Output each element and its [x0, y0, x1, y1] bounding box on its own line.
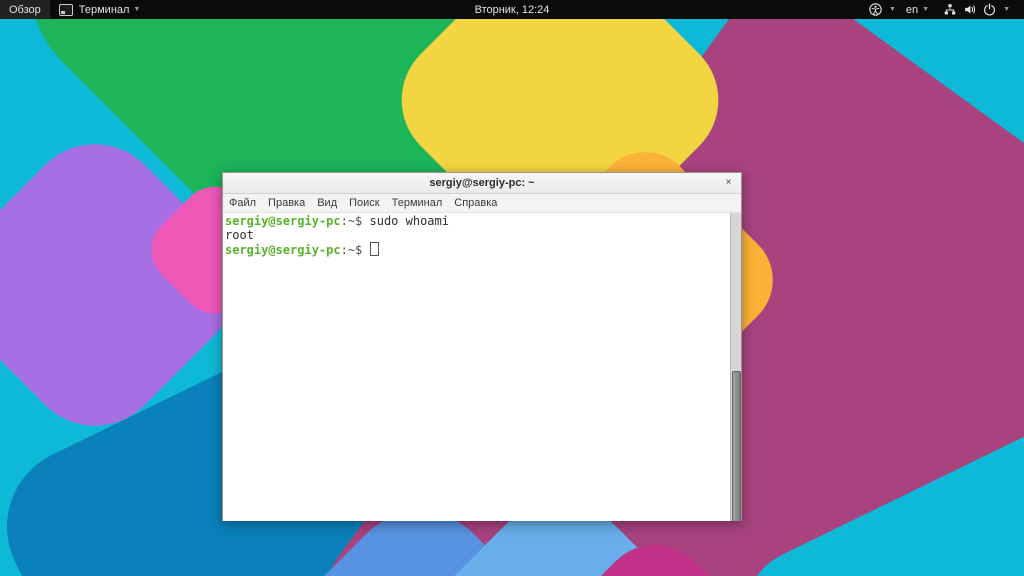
language-label: en: [906, 4, 918, 16]
close-button[interactable]: ×: [721, 175, 736, 190]
terminal-text: sergiy@sergiy-pc:~$ sudo whoami root ser…: [223, 213, 741, 260]
shell-prompt: sergiy@sergiy-pc: [225, 243, 341, 257]
terminal-cursor: [370, 242, 379, 256]
chevron-down-icon: ▼: [889, 6, 896, 13]
menu-search[interactable]: Поиск: [343, 196, 385, 210]
activities-button[interactable]: Обзор: [0, 0, 50, 19]
menu-terminal[interactable]: Терминал: [386, 196, 449, 210]
menu-edit[interactable]: Правка: [262, 196, 311, 210]
terminal-app-icon: [59, 4, 73, 16]
terminal-line: sergiy@sergiy-pc:~$: [225, 243, 379, 257]
clock[interactable]: Вторник, 12:24: [467, 2, 558, 18]
terminal-screen[interactable]: sergiy@sergiy-pc:~$ sudo whoami root ser…: [223, 213, 741, 521]
chevron-down-icon: ▼: [133, 6, 140, 13]
activities-label: Обзор: [9, 4, 41, 16]
scrollbar-thumb[interactable]: [732, 371, 741, 521]
terminal-window: sergiy@sergiy-pc: ~ × Файл Правка Вид По…: [222, 172, 742, 521]
desktop: Обзор Терминал ▼ Вторник, 12:24 ▼ en ▼: [0, 0, 1024, 576]
shell-prompt-suffix: :~$: [341, 243, 370, 257]
menu-bar: Файл Правка Вид Поиск Терминал Справка: [223, 194, 741, 213]
accessibility-icon: [869, 3, 882, 16]
app-menu-label: Терминал: [79, 4, 130, 16]
volume-icon: [963, 3, 977, 16]
shell-prompt: sergiy@sergiy-pc: [225, 214, 341, 228]
menu-help[interactable]: Справка: [448, 196, 503, 210]
command-text: sudo whoami: [370, 214, 449, 228]
window-title: sergiy@sergiy-pc: ~: [429, 177, 534, 189]
system-menu[interactable]: ▼: [934, 0, 1016, 19]
terminal-output: root: [225, 228, 254, 242]
window-titlebar[interactable]: sergiy@sergiy-pc: ~ ×: [223, 173, 741, 194]
chevron-down-icon: ▼: [1003, 6, 1010, 13]
language-menu[interactable]: en ▼: [901, 0, 934, 19]
menu-file[interactable]: Файл: [223, 196, 262, 210]
app-menu-button[interactable]: Терминал ▼: [50, 0, 150, 19]
terminal-line: sergiy@sergiy-pc:~$ sudo whoami: [225, 214, 449, 228]
menu-view[interactable]: Вид: [311, 196, 343, 210]
shell-prompt-suffix: :~$: [341, 214, 370, 228]
network-icon: [943, 3, 957, 16]
top-bar: Обзор Терминал ▼ Вторник, 12:24 ▼ en ▼: [0, 0, 1024, 19]
accessibility-menu[interactable]: ▼: [861, 0, 901, 19]
scrollbar-track[interactable]: [730, 213, 741, 521]
chevron-down-icon: ▼: [922, 6, 929, 13]
power-icon: [983, 3, 996, 16]
